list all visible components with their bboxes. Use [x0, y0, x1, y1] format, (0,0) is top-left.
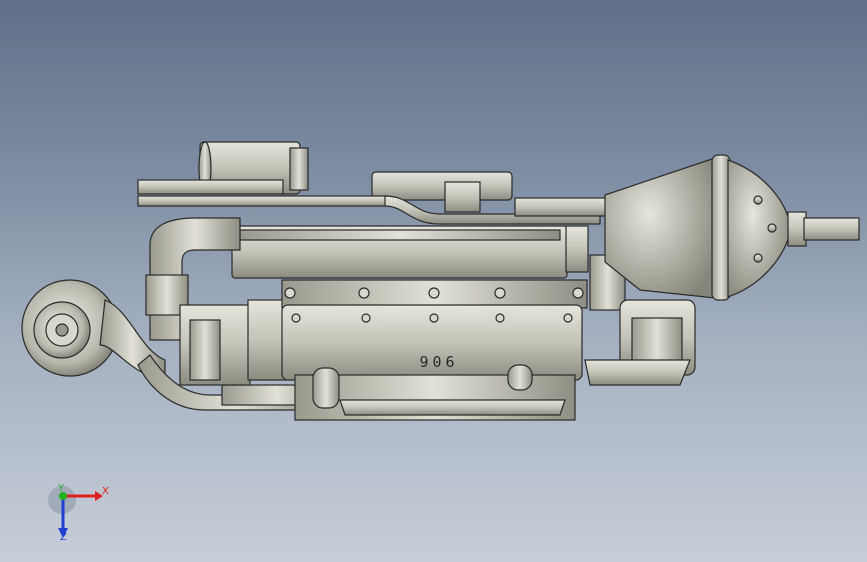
triad-z-label: Z [60, 532, 67, 543]
graphics-viewport[interactable]: 906 X Y Z [0, 0, 867, 562]
bell-housing [604, 154, 791, 301]
triad-y-label: Y [58, 483, 65, 494]
intake-manifold [231, 225, 589, 279]
front-cover [179, 299, 287, 386]
output-shaft [787, 211, 860, 247]
engine-stamp: 906 [415, 352, 454, 370]
engine-3d-model[interactable]: 906 [0, 0, 867, 562]
triad-x-label: X [102, 486, 109, 497]
reference-triad [48, 486, 103, 538]
